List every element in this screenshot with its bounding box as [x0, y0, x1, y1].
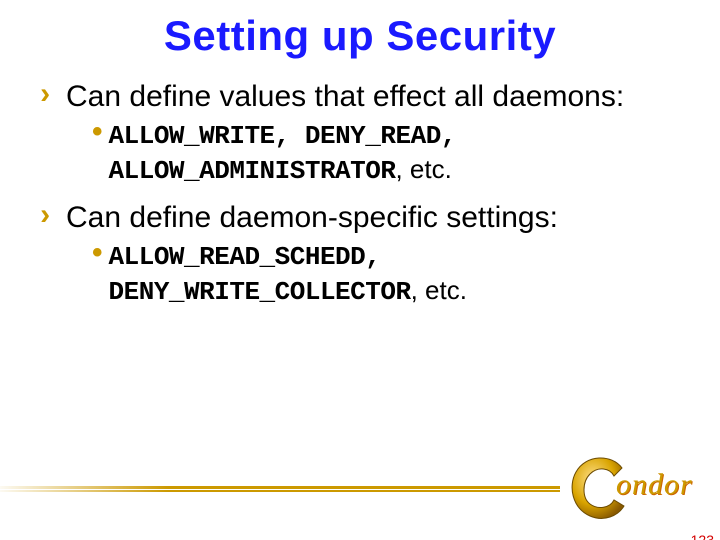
page-number: 123 [691, 532, 714, 540]
slide-title: Setting up Security [0, 12, 720, 60]
code-tail: , etc. [395, 154, 451, 184]
code-sep: , [441, 121, 456, 151]
condor-logo: ondor [560, 448, 710, 528]
slide-content: › Can define values that effect all daem… [0, 78, 720, 310]
bullet-l1: › Can define daemon-specific settings: [36, 199, 684, 237]
bullet-text: Can define daemon-specific settings: [66, 199, 684, 237]
subbullet-marker-icon: • [92, 118, 103, 145]
code-token: ALLOW_ADMINISTRATOR [109, 156, 396, 186]
code-token: ALLOW_READ_SCHEDD [109, 242, 366, 272]
bullet-l2: • ALLOW_WRITE, DENY_READ, ALLOW_ADMINIST… [92, 118, 684, 190]
code-sep: , [275, 121, 305, 151]
footer-divider [0, 486, 560, 494]
code-sep: , [365, 242, 380, 272]
subbullet-text: ALLOW_READ_SCHEDD, DENY_WRITE_COLLECTOR,… [109, 239, 684, 311]
code-token: ALLOW_WRITE [109, 121, 275, 151]
bullet-marker-icon: › [36, 78, 54, 114]
code-token: DENY_READ [305, 121, 441, 151]
code-tail: , etc. [411, 275, 467, 305]
bullet-marker-icon: › [36, 199, 54, 235]
bullet-text: Can define values that effect all daemon… [66, 78, 684, 116]
subbullet-marker-icon: • [92, 239, 103, 266]
bullet-l2: • ALLOW_READ_SCHEDD, DENY_WRITE_COLLECTO… [92, 239, 684, 311]
subbullet-text: ALLOW_WRITE, DENY_READ, ALLOW_ADMINISTRA… [109, 118, 684, 190]
slide: Setting up Security › Can define values … [0, 12, 720, 540]
bullet-l1: › Can define values that effect all daem… [36, 78, 684, 116]
logo-text: ondor [616, 468, 693, 502]
code-token: DENY_WRITE_COLLECTOR [109, 277, 411, 307]
